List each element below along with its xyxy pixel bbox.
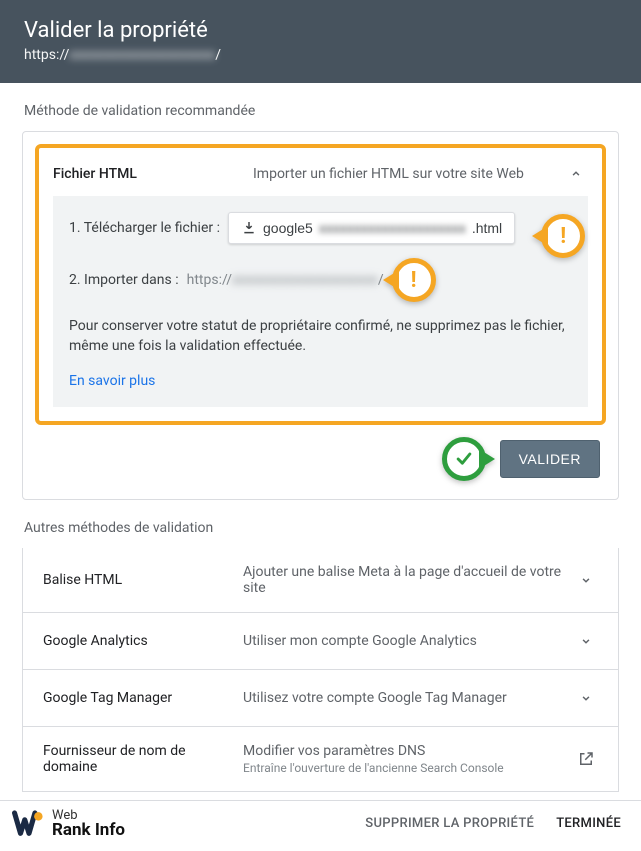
recommended-card: Fichier HTML Importer un fichier HTML su… (22, 131, 619, 500)
other-section-title: Autres méthodes de validation (0, 500, 641, 548)
highlighted-method: Fichier HTML Importer un fichier HTML su… (35, 144, 606, 425)
method-body: 1. Télécharger le fichier : google5xxxxx… (53, 196, 588, 407)
callout-annotation-icon: ! (541, 214, 585, 258)
property-url: https://xxxxxxxxxxxxxxxxxxxxx/ (24, 47, 617, 63)
other-method: Fournisseur de nom de domaine Modifier v… (22, 727, 619, 792)
learn-more-link[interactable]: En savoir plus (69, 373, 155, 389)
step-1: 1. Télécharger le fichier : google5xxxxx… (69, 212, 572, 244)
other-method: Balise HTML Ajouter une balise Meta à la… (22, 548, 619, 613)
download-file-button[interactable]: google5xxxxxxxxxxxxxxxxxxxxx.html (228, 212, 515, 244)
step-2: 2. Importer dans : https://xxxxxxxxxxxxx… (69, 258, 572, 302)
method-title: Fichier HTML (53, 166, 253, 182)
done-button[interactable]: TERMINÉE (556, 816, 621, 831)
chevron-up-icon[interactable] (564, 162, 588, 186)
footer: Web Rank Info SUPPRIMER LA PROPRIÉTÉ TER… (0, 800, 641, 851)
chevron-down-icon (574, 568, 598, 592)
validate-button[interactable]: VALIDER (500, 440, 600, 478)
chevron-down-icon (574, 686, 598, 710)
method-header[interactable]: Fichier HTML Importer un fichier HTML su… (39, 148, 602, 196)
method-row-balise-html[interactable]: Balise HTML Ajouter une balise Meta à la… (23, 548, 618, 612)
retention-note: Pour conserver votre statut de propriéta… (69, 316, 572, 357)
method-row-google-analytics[interactable]: Google Analytics Utiliser mon compte Goo… (23, 613, 618, 669)
step-2-url: https://xxxxxxxxxxxxxxxxxxxxx/ (187, 272, 384, 288)
dialog-header: Valider la propriété https://xxxxxxxxxxx… (0, 0, 641, 83)
validate-row: VALIDER (35, 437, 606, 481)
method-row-google-tag-manager[interactable]: Google Tag Manager Utilisez votre compte… (23, 670, 618, 726)
brand-icon (12, 809, 46, 839)
chevron-down-icon (574, 629, 598, 653)
other-method: Google Tag Manager Utilisez votre compte… (22, 670, 619, 727)
method-row-domain-provider[interactable]: Fournisseur de nom de domaine Modifier v… (23, 727, 618, 791)
step-1-label: 1. Télécharger le fichier : (69, 220, 220, 236)
step-2-label: 2. Importer dans : (69, 272, 179, 288)
method-desc: Importer un fichier HTML sur votre site … (253, 166, 564, 182)
recommended-section-title: Méthode de validation recommandée (0, 83, 641, 131)
callout-annotation-icon: ! (392, 258, 436, 302)
callout-success-icon (442, 437, 486, 481)
delete-property-button[interactable]: SUPPRIMER LA PROPRIÉTÉ (365, 816, 534, 831)
external-link-icon (574, 747, 598, 771)
brand-logo: Web Rank Info (12, 809, 343, 839)
dialog-title: Valider la propriété (24, 18, 617, 43)
download-icon (241, 220, 257, 236)
other-method: Google Analytics Utiliser mon compte Goo… (22, 613, 619, 670)
